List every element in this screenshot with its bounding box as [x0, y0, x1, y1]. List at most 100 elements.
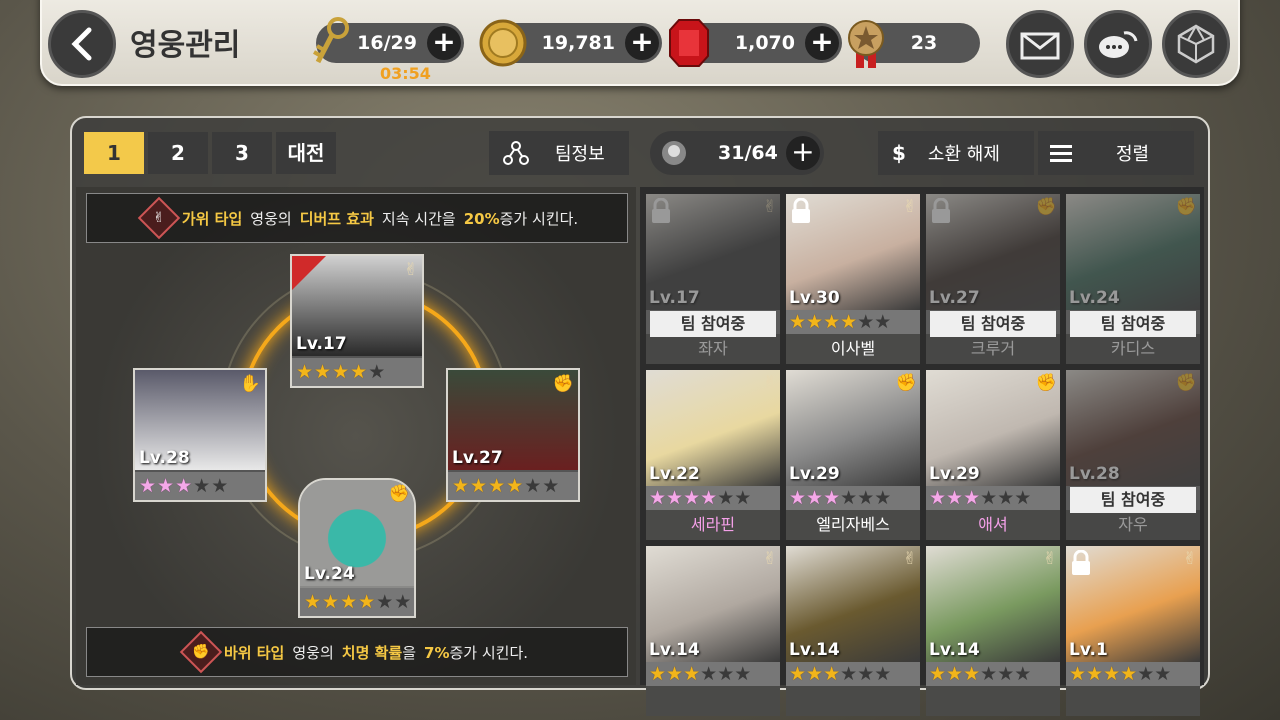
ruby-plus-button[interactable]: + [805, 26, 839, 60]
key-plus-button[interactable]: + [427, 26, 461, 60]
polyhedron-icon [1177, 24, 1215, 64]
scissors-type-icon: ✌ [1042, 549, 1057, 569]
star-icon: ★ [506, 474, 524, 497]
hero-card[interactable]: ✌ Lv.14 ★ ★ ★ ★ ★ ★ [786, 546, 920, 716]
scissors-type-icon: ✌ [403, 260, 418, 280]
in-team-badge: 팀 참여중 [1070, 311, 1196, 337]
hero-level: Lv.14 [789, 640, 840, 660]
hero-card[interactable]: ✊Lv.27★★★★★★크루거팀 참여중 [926, 194, 1060, 364]
rock-type-icon: ✊ [895, 373, 917, 393]
star-rating: ★★★★★★ [1066, 662, 1200, 686]
star-icon: ★ [683, 486, 701, 509]
in-team-overlay [646, 194, 780, 364]
star-icon: ★ [1154, 662, 1172, 685]
gold-plus-button[interactable]: + [625, 26, 659, 60]
hero-card[interactable]: ✌ Lv.14 ★ ★ ★ ★ ★ ★ [926, 546, 1060, 716]
key-timer: 03:54 [380, 64, 431, 83]
star-icon: ★ [946, 486, 964, 509]
buff-top-type: 가위 타입 [181, 209, 243, 228]
mail-icon [1020, 32, 1060, 60]
team-info-label: 팀정보 [555, 144, 605, 165]
star-rating: ★★★★★★ [300, 588, 414, 616]
rock-badge-icon: ✊ [179, 630, 223, 674]
medal-value: 23 [910, 32, 938, 54]
star-icon: ★ [997, 662, 1015, 685]
hero-card[interactable]: ✊ Lv.29 ★ ★ ★ ★ ★ ★ 엘리자베스 [786, 370, 920, 540]
team-slot-left[interactable]: ✋ Lv.28 ★ ★ ★ ★ ★ [133, 368, 267, 502]
hero-card[interactable]: ✌ Lv.30 ★ ★ ★ ★ ★ ★ 이사벨 [786, 194, 920, 364]
star-icon: ★ [394, 590, 412, 613]
dice-menu-button[interactable] [1162, 10, 1230, 78]
star-icon: ★ [823, 662, 841, 685]
star-icon: ★ [789, 310, 807, 333]
lock-icon [1070, 549, 1092, 580]
star-icon: ★ [806, 486, 824, 509]
scissors-type-icon: ✌ [1182, 549, 1197, 569]
star-rating: ★ ★ ★ ★ ★ [292, 358, 422, 386]
tab-team-1[interactable]: 1 [84, 132, 144, 174]
in-team-overlay [1066, 370, 1200, 540]
mail-button[interactable] [1006, 10, 1074, 78]
hero-card[interactable]: ✌ Lv.1 ★ ★ ★ ★ ★ ★ [1066, 546, 1200, 716]
hero-capacity: 31/64 + [650, 131, 824, 175]
star-icon: ★ [874, 486, 892, 509]
team-slot-top[interactable]: ✌ Lv.17 ★ ★ ★ ★ ★ [290, 254, 424, 388]
tab-team-3[interactable]: 3 [212, 132, 272, 174]
star-icon: ★ [683, 662, 701, 685]
star-icon: ★ [823, 486, 841, 509]
star-icon: ★ [649, 662, 667, 685]
buff-bottom-type: 바위 타입 [223, 643, 285, 662]
hero-level: Lv.29 [789, 464, 840, 484]
star-icon: ★ [789, 486, 807, 509]
hero-card[interactable]: ✊Lv.28★★★★★★자우팀 참여중 [1066, 370, 1200, 540]
hero-card[interactable]: ✌Lv.17★★★★★★좌자팀 참여중 [646, 194, 780, 364]
buff-info-top: ✌ 가위 타입 영웅의 디버프 효과 지속 시간을 20%증가 시킨다. [86, 193, 628, 243]
hero-card[interactable]: ✊Lv.24★★★★★★카디스팀 참여중 [1066, 194, 1200, 364]
star-icon: ★ [488, 474, 506, 497]
star-icon: ★ [857, 662, 875, 685]
star-icon: ★ [789, 662, 807, 685]
hero-name: 이사벨 [786, 334, 920, 364]
star-icon: ★ [193, 474, 211, 497]
leader-flag-icon [292, 256, 326, 290]
hero-card[interactable]: ✊ Lv.29 ★ ★ ★ ★ ★ ★ 애셔 [926, 370, 1060, 540]
in-team-overlay [1066, 194, 1200, 364]
buff-bottom-text-1: 영웅의 [292, 643, 334, 662]
star-icon: ★ [376, 590, 394, 613]
star-icon: ★ [368, 360, 386, 383]
buff-top-text-2: 지속 시간을 [381, 209, 456, 228]
star-icon: ★ [929, 486, 947, 509]
chat-button[interactable] [1084, 10, 1152, 78]
hero-card[interactable]: ✌ Lv.14 ★ ★ ★ ★ ★ ★ [646, 546, 780, 716]
team-slot-right[interactable]: ✊ Lv.27 ★ ★ ★ ★ ★ ★ [446, 368, 580, 502]
hero-name: 세라핀 [646, 510, 780, 540]
capacity-plus-button[interactable]: + [785, 136, 820, 170]
star-icon: ★ [524, 474, 542, 497]
star-icon: ★ [1137, 662, 1155, 685]
team-info-button[interactable]: 팀정보 [489, 131, 629, 175]
star-rating: ★★★★★★ [786, 662, 920, 686]
dismiss-button[interactable]: $ 소환 해제 [878, 131, 1034, 175]
star-icon: ★ [666, 662, 684, 685]
star-icon: ★ [734, 486, 752, 509]
hero-head-icon [662, 141, 686, 165]
star-icon: ★ [314, 360, 332, 383]
paper-type-icon: ✋ [239, 374, 261, 394]
menu-lines-icon [1050, 145, 1072, 162]
dollar-icon: $ [892, 141, 906, 165]
star-icon: ★ [874, 662, 892, 685]
tab-team-2[interactable]: 2 [148, 132, 208, 174]
team-slot-bottom[interactable]: ✊ Lv.24 ★ ★ ★ ★ ★ ★ [298, 478, 416, 618]
hero-name [1066, 686, 1200, 716]
star-icon: ★ [1103, 662, 1121, 685]
sort-button[interactable]: 정렬 [1038, 131, 1194, 175]
hero-level: Lv.1 [1069, 640, 1108, 660]
team-network-icon [503, 141, 529, 165]
star-icon: ★ [452, 474, 470, 497]
buff-top-percent: 20% [463, 209, 500, 228]
tab-battle[interactable]: 대전 [276, 132, 336, 174]
back-button[interactable] [48, 10, 116, 78]
star-icon: ★ [358, 590, 376, 613]
hero-card[interactable]: ✌ Lv.22 ★ ★ ★ ★ ★ ★ 세라핀 [646, 370, 780, 540]
star-icon: ★ [350, 360, 368, 383]
